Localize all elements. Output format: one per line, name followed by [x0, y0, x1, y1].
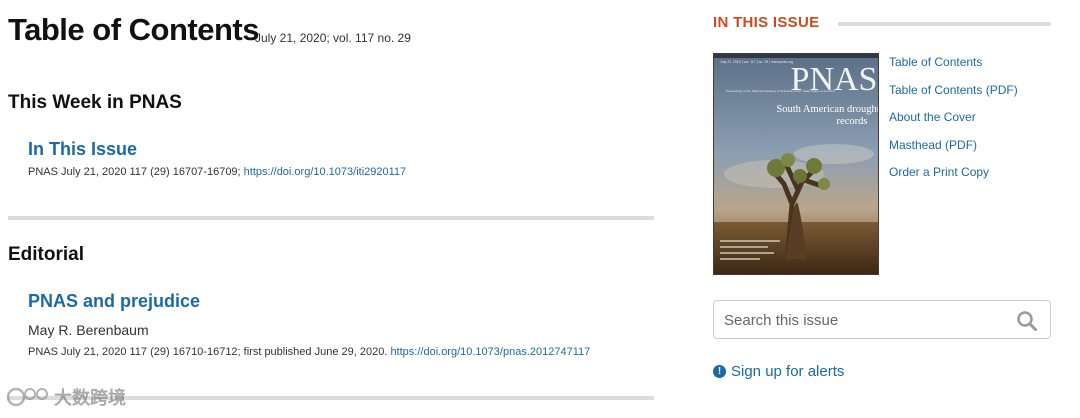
page-title: Table of Contents — [8, 12, 259, 47]
citation-text: PNAS July 21, 2020 117 (29) 16710-16712;… — [28, 346, 391, 358]
cover-caption-line1: South American drought — [776, 104, 879, 115]
sidebar-link-order-print-copy[interactable]: Order a Print Copy — [889, 165, 989, 179]
doi-link[interactable]: https://doi.org/10.1073/iti2920117 — [244, 166, 406, 178]
section-heading-editorial: Editorial — [8, 244, 85, 265]
article-citation: PNAS July 21, 2020 117 (29) 16710-16712;… — [28, 346, 590, 358]
sidebar-heading: IN THIS ISSUE — [713, 14, 820, 31]
issue-info: July 21, 2020; vol. 117 no. 29 — [255, 31, 411, 45]
search-icon[interactable] — [1016, 310, 1038, 332]
section-divider — [8, 216, 654, 220]
exclamation-circle-icon: ! — [713, 365, 726, 378]
sidebar-link-table-of-contents-pdf[interactable]: Table of Contents (PDF) — [889, 83, 1018, 97]
sidebar-link-table-of-contents[interactable]: Table of Contents — [889, 55, 982, 69]
citation-text: PNAS July 21, 2020 117 (29) 16707-16709; — [28, 166, 244, 178]
alerts-label: Sign up for alerts — [731, 363, 845, 380]
sidebar-link-masthead-pdf[interactable]: Masthead (PDF) — [889, 138, 977, 152]
article-title-pnas-and-prejudice[interactable]: PNAS and prejudice — [28, 291, 200, 312]
watermark-text: 大数跨境 — [54, 388, 126, 408]
journal-cover-image[interactable]: July 21, 2020 | vol. 117 | no. 29 | www.… — [713, 53, 879, 275]
section-heading-this-week: This Week in PNAS — [8, 92, 182, 113]
article-authors: May R. Berenbaum — [28, 322, 149, 338]
cover-caption-line2: records — [837, 116, 868, 127]
watermark: 大数跨境 — [6, 384, 126, 410]
article-citation: PNAS July 21, 2020 117 (29) 16707-16709;… — [28, 166, 406, 178]
svg-text:July 21, 2020 | vol. 117 | no.: July 21, 2020 | vol. 117 | no. 29 | www.… — [720, 60, 793, 64]
sidebar-link-about-the-cover[interactable]: About the Cover — [889, 110, 976, 124]
sign-up-alerts-link[interactable]: ! Sign up for alerts — [713, 363, 844, 380]
search-issue-box — [713, 300, 1051, 339]
sidebar-heading-rule — [838, 22, 1051, 26]
article-title-in-this-issue[interactable]: In This Issue — [28, 139, 137, 160]
cover-logo: PNAS — [791, 61, 878, 98]
watermark-logo-icon — [6, 387, 48, 407]
search-issue-input[interactable] — [724, 309, 1004, 331]
doi-link[interactable]: https://doi.org/10.1073/pnas.2012747117 — [390, 346, 590, 358]
